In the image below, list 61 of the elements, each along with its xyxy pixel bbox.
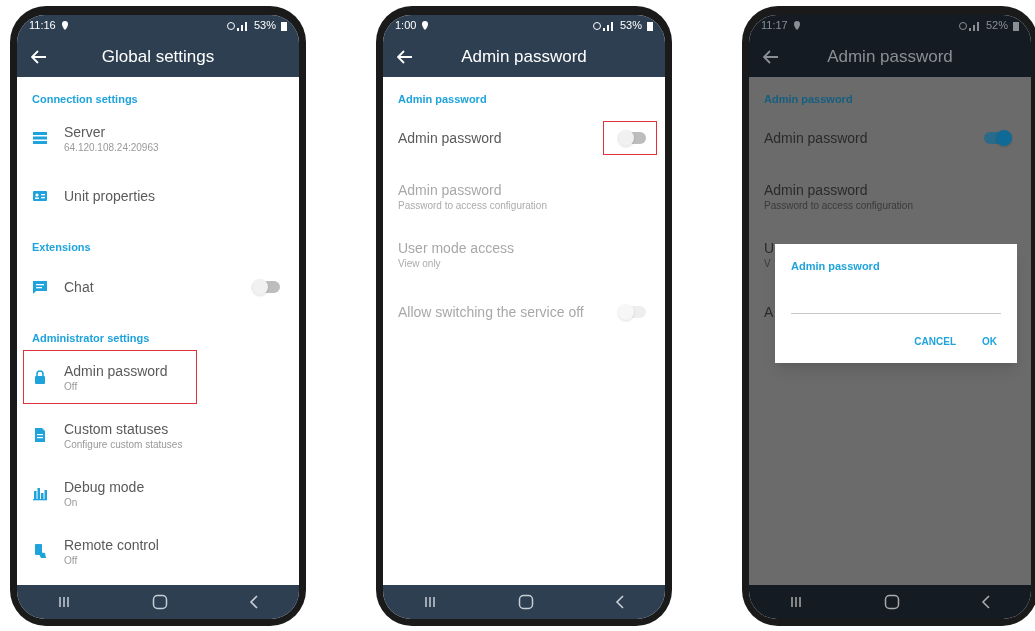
signal-icon (592, 20, 615, 31)
chat-icon (32, 278, 48, 295)
dialog-button[interactable]: OK (982, 334, 997, 349)
toggle-switch[interactable] (252, 280, 280, 293)
setting-label[interactable]: Admin password (764, 129, 868, 147)
setting-label[interactable]: Admin password (764, 180, 868, 199)
toggle-switch[interactable] (618, 132, 646, 144)
signal-icon (226, 20, 249, 31)
setting-label[interactable]: Admin password (398, 129, 502, 147)
battery-percent: 53% (253, 18, 276, 34)
setting-label[interactable]: Remote control (64, 535, 159, 554)
toggle-switch[interactable] (984, 132, 1012, 144)
status-time: 11:16 (29, 18, 56, 34)
back-icon[interactable] (248, 593, 259, 610)
home-icon[interactable] (884, 593, 900, 610)
status-time: 11:17 (761, 18, 788, 34)
section-header: Administrator settings (31, 330, 151, 346)
setting-value: Configure custom statuses (64, 437, 183, 451)
setting-label[interactable]: U (764, 238, 775, 257)
back-arrow-icon[interactable] (763, 49, 779, 64)
dialog-button[interactable]: CANCEL (914, 334, 956, 349)
battery-icon (281, 20, 287, 31)
setting-label[interactable]: Server (64, 122, 106, 141)
recent-apps-icon[interactable] (789, 594, 804, 609)
setting-label[interactable]: Custom statuses (64, 419, 169, 438)
section-header: Extensions (31, 240, 92, 255)
section-header: Admin password (763, 91, 854, 107)
bar-chart-icon (32, 485, 48, 501)
setting-value: View only (398, 256, 441, 270)
setting-value: Password to access configuration (398, 198, 547, 212)
lock-icon (32, 369, 48, 385)
battery-icon (647, 20, 653, 31)
dialog-title: Admin password (791, 258, 881, 274)
section-header: Admin password (397, 91, 488, 107)
battery-percent: 52% (985, 18, 1008, 34)
home-icon[interactable] (518, 593, 534, 610)
document-list-icon (32, 427, 48, 443)
back-icon[interactable] (980, 593, 991, 610)
id-card-icon (32, 188, 48, 204)
setting-value: Off (64, 379, 78, 393)
server-icon (32, 130, 48, 146)
setting-label[interactable]: Debug mode (64, 477, 145, 496)
screen-title: Admin password (460, 45, 588, 68)
screen-title: Admin password (826, 45, 954, 68)
status-time: 1:00 (395, 18, 417, 34)
signal-icon (958, 20, 981, 31)
recent-apps-icon[interactable] (423, 594, 438, 609)
setting-label[interactable]: Unit properties (64, 187, 156, 205)
setting-label[interactable]: Chat (64, 277, 94, 296)
back-icon[interactable] (614, 593, 625, 610)
setting-value: 64.120.108.24:20963 (64, 140, 159, 154)
setting-value: On (64, 495, 78, 509)
setting-value: Off (64, 553, 78, 567)
screen-title: Global settings (100, 45, 216, 68)
home-icon[interactable] (152, 593, 168, 610)
battery-icon (1013, 20, 1019, 31)
battery-percent: 53% (619, 18, 642, 34)
setting-label[interactable]: A (764, 303, 774, 321)
recent-apps-icon[interactable] (57, 594, 72, 609)
setting-label[interactable]: Admin password (64, 361, 168, 380)
section-header: Connection settings (31, 91, 139, 107)
